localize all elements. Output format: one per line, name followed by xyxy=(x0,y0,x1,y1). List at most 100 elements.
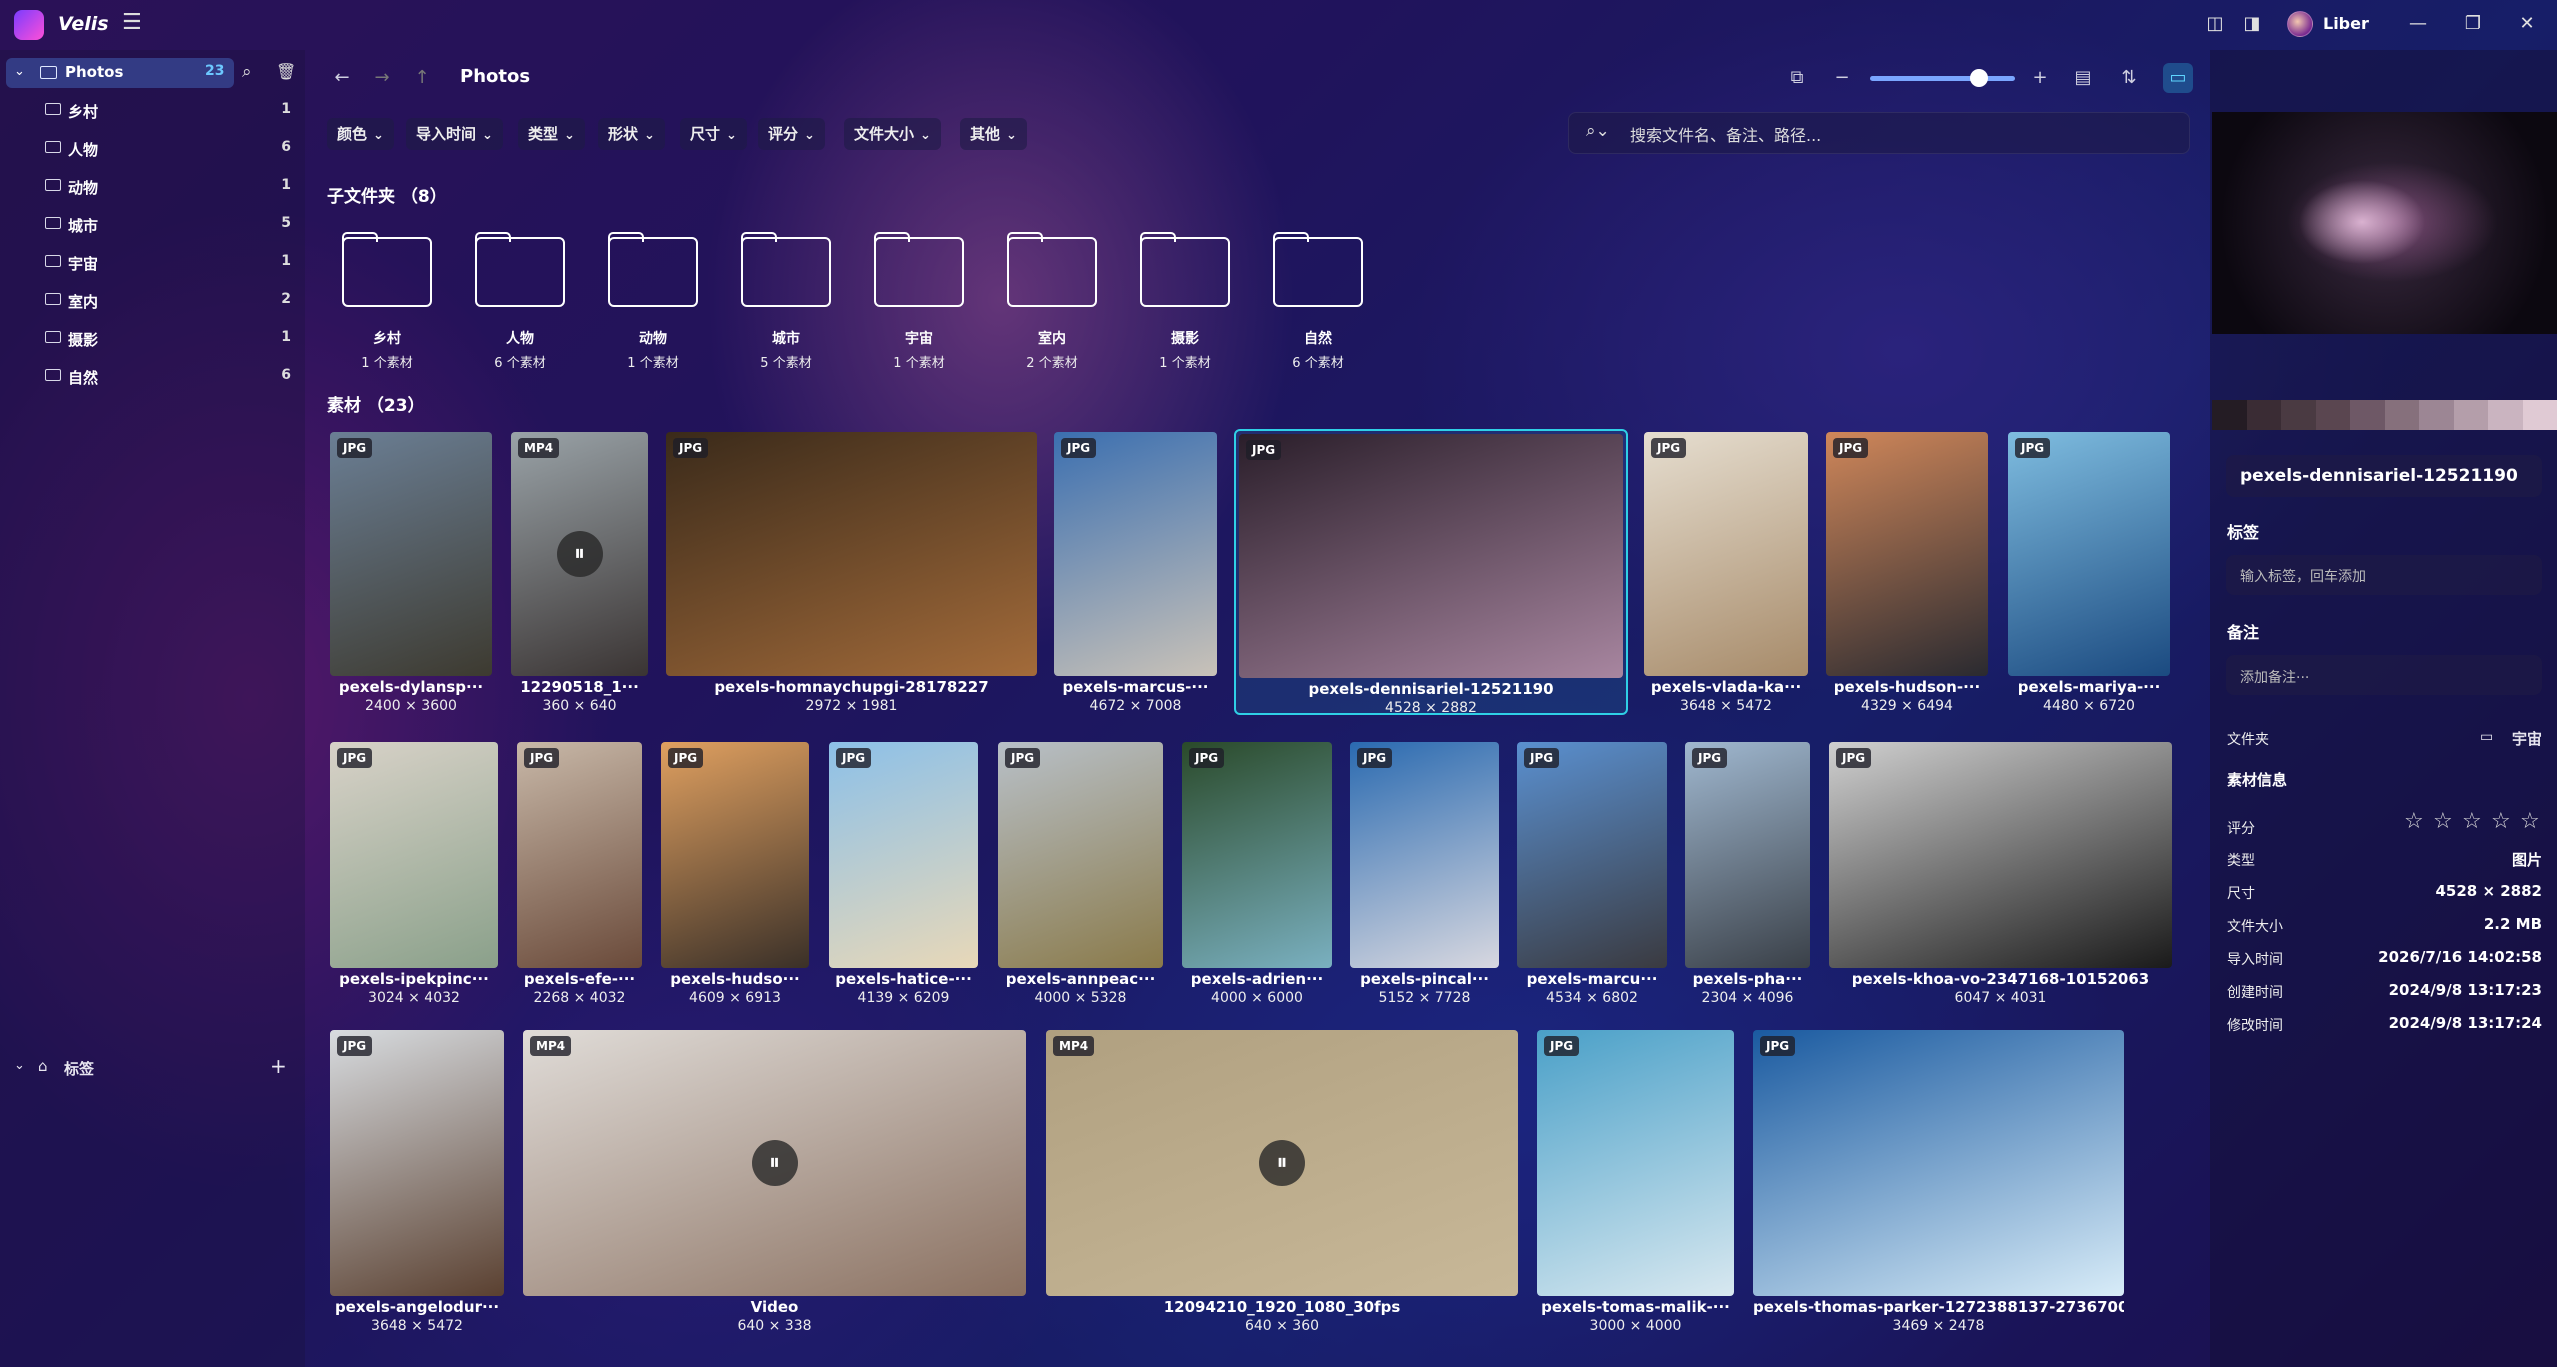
subfolder-card[interactable]: 室内 2 个素材 xyxy=(995,232,1105,372)
sidebar-item[interactable]: 摄影 1 xyxy=(0,323,300,353)
chevron-down-icon[interactable]: ⌄ xyxy=(14,1058,25,1073)
sidebar-item[interactable]: 城市 5 xyxy=(0,209,300,239)
sidebar-item[interactable]: 乡村 1 xyxy=(0,95,300,125)
close-icon[interactable]: ✕ xyxy=(2515,12,2539,36)
asset-card[interactable]: JPG pexels-khoa-vo-2347168-10152063 6047 ×… xyxy=(1829,742,2172,1006)
asset-card[interactable]: JPG pexels-marcu··· 4534 × 6802 xyxy=(1517,742,1667,1006)
asset-card[interactable]: JPG pexels-hudso··· 4609 × 6913 xyxy=(661,742,809,1006)
play-pause-icon[interactable]: ⏸ xyxy=(556,531,603,577)
color-palette[interactable] xyxy=(2212,400,2557,430)
subfolder-card[interactable]: 摄影 1 个素材 xyxy=(1128,232,1238,372)
minimize-icon[interactable]: — xyxy=(2406,12,2430,36)
play-pause-icon[interactable]: ⏸ xyxy=(751,1140,798,1186)
up-icon[interactable]: ↑ xyxy=(410,66,434,90)
asset-card[interactable]: JPG pexels-marcus-··· 4672 × 7008 xyxy=(1054,432,1217,714)
asset-card[interactable]: JPG pexels-thomas-parker-1272388137-27367… xyxy=(1753,1030,2124,1334)
palette-swatch[interactable] xyxy=(2453,400,2488,430)
sidebar-item[interactable]: 室内 2 xyxy=(0,285,300,315)
filter-dropdown[interactable]: 形状 xyxy=(598,118,665,150)
zoom-slider[interactable] xyxy=(1870,76,2015,81)
layout-icon[interactable]: ▤ xyxy=(2071,66,2095,90)
palette-swatch[interactable] xyxy=(2522,400,2557,430)
preview-mode-icon[interactable]: ▭ xyxy=(2163,63,2193,93)
subfolder-card[interactable]: 人物 6 个素材 xyxy=(463,232,573,372)
star-icon[interactable]: ☆ xyxy=(2433,809,2453,834)
asset-card[interactable]: JPG pexels-mariya-··· 4480 × 6720 xyxy=(2008,432,2170,714)
asset-card[interactable]: JPG pexels-annpeac··· 4000 × 5328 xyxy=(998,742,1163,1006)
asset-card[interactable]: JPG pexels-efe-··· 2268 × 4032 xyxy=(517,742,642,1006)
zoom-out-icon[interactable]: − xyxy=(1830,66,1854,90)
asset-card[interactable]: JPG pexels-pincal··· 5152 × 7728 xyxy=(1350,742,1499,1006)
sidebar-item[interactable]: 自然 6 xyxy=(0,361,300,391)
star-icon[interactable]: ☆ xyxy=(2462,809,2482,834)
back-icon[interactable]: ← xyxy=(330,66,354,90)
filter-dropdown[interactable]: 类型 xyxy=(518,118,585,150)
zoom-slider-handle[interactable] xyxy=(1970,69,1988,87)
star-icon[interactable]: ☆ xyxy=(2491,809,2511,834)
asset-card[interactable]: JPG pexels-vlada-ka··· 3648 × 5472 xyxy=(1644,432,1808,714)
palette-swatch[interactable] xyxy=(2384,400,2419,430)
toggle-right-panel-icon[interactable]: ◨ xyxy=(2240,12,2264,36)
hamburger-menu-icon[interactable]: ☰ xyxy=(122,12,144,34)
asset-card[interactable]: JPG pexels-pha··· 2304 × 4096 xyxy=(1685,742,1810,1006)
forward-icon[interactable]: → xyxy=(370,66,394,90)
asset-card[interactable]: JPG pexels-dylansp··· 2400 × 3600 xyxy=(330,432,492,714)
search-icon[interactable]: ⌕⌄ xyxy=(1586,121,1610,141)
toggle-left-panel-icon[interactable]: ◫ xyxy=(2203,12,2227,36)
folder-value[interactable]: 宇宙 xyxy=(2512,728,2542,749)
subfolder-name: 城市 xyxy=(772,331,800,347)
sort-icon[interactable]: ⇅ xyxy=(2117,66,2141,90)
search-icon[interactable]: ⌕ xyxy=(242,62,252,82)
asset-card[interactable]: JPG pexels-tomas-malik-··· 3000 × 4000 xyxy=(1537,1030,1734,1334)
trash-icon[interactable]: 🗑 xyxy=(276,62,296,81)
asset-card[interactable]: MP4 ⏸ 12094210_1920_1080_30fps 640 × 360 xyxy=(1046,1030,1518,1334)
filter-dropdown[interactable]: 其他 xyxy=(960,118,1027,150)
filter-dropdown[interactable]: 文件大小 xyxy=(844,118,941,150)
zoom-in-icon[interactable]: + xyxy=(2028,66,2052,90)
asset-card[interactable]: JPG pexels-hudson-··· 4329 × 6494 xyxy=(1826,432,1988,714)
avatar[interactable] xyxy=(2287,11,2313,37)
asset-name: pexels-khoa-vo-2347168-10152063 xyxy=(1851,970,2150,988)
palette-swatch[interactable] xyxy=(2246,400,2281,430)
info-key: 文件大小 xyxy=(2227,919,2283,935)
asset-card[interactable]: MP4 ⏸ Video 640 × 338 xyxy=(523,1030,1026,1334)
asset-card[interactable]: JPG pexels-ipekpinc··· 3024 × 4032 xyxy=(330,742,498,1006)
user-name[interactable]: Liber xyxy=(2323,14,2369,33)
add-tag-icon[interactable]: + xyxy=(270,1054,287,1078)
asset-card[interactable]: JPG pexels-adrien··· 4000 × 6000 xyxy=(1182,742,1332,1006)
palette-swatch[interactable] xyxy=(2212,400,2247,430)
subfolder-card[interactable]: 自然 6 个素材 xyxy=(1261,232,1371,372)
sidebar-tags-section[interactable]: ⌄ ⌂ 标签 + xyxy=(0,1054,300,1084)
palette-swatch[interactable] xyxy=(2281,400,2316,430)
copy-icon[interactable]: ⧉ xyxy=(1785,66,1809,90)
sidebar-item[interactable]: 人物 6 xyxy=(0,133,300,163)
filter-dropdown[interactable]: 颜色 xyxy=(327,118,394,150)
palette-swatch[interactable] xyxy=(2350,400,2385,430)
sidebar-item[interactable]: 宇宙 1 xyxy=(0,247,300,277)
palette-swatch[interactable] xyxy=(2315,400,2350,430)
subfolder-card[interactable]: 动物 1 个素材 xyxy=(596,232,706,372)
filter-dropdown[interactable]: 尺寸 xyxy=(680,118,747,150)
play-pause-icon[interactable]: ⏸ xyxy=(1259,1140,1305,1186)
subfolder-card[interactable]: 宇宙 1 个素材 xyxy=(862,232,972,372)
asset-card[interactable]: MP4 ⏸ 12290518_1··· 360 × 640 xyxy=(511,432,648,714)
subfolder-count: 6 个素材 xyxy=(494,356,546,371)
info-key: 创建时间 xyxy=(2227,985,2283,1001)
subfolder-card[interactable]: 城市 5 个素材 xyxy=(729,232,839,372)
maximize-icon[interactable]: ❐ xyxy=(2461,12,2485,36)
filter-dropdown[interactable]: 导入时间 xyxy=(406,118,503,150)
subfolder-card[interactable]: 乡村 1 个素材 xyxy=(330,232,440,372)
filter-dropdown[interactable]: 评分 xyxy=(758,118,825,150)
star-icon[interactable]: ☆ xyxy=(2520,809,2540,834)
chevron-down-icon[interactable]: ⌄ xyxy=(14,64,25,79)
folder-icon xyxy=(45,179,61,191)
sidebar-item[interactable]: 动物 1 xyxy=(0,171,300,201)
asset-card[interactable]: JPG pexels-dennisariel-12521190 4528 × 288… xyxy=(1234,429,1628,716)
asset-card[interactable]: JPG pexels-hatice-··· 4139 × 6209 xyxy=(829,742,978,1006)
palette-swatch[interactable] xyxy=(2419,400,2454,430)
palette-swatch[interactable] xyxy=(2488,400,2523,430)
asset-card[interactable]: JPG pexels-angelodur··· 3648 × 5472 xyxy=(330,1030,504,1334)
rating-label: 评分 xyxy=(2227,821,2255,837)
star-icon[interactable]: ☆ xyxy=(2404,809,2424,834)
asset-card[interactable]: JPG pexels-homnaychupgi-28178227 2972 × 19… xyxy=(666,432,1037,714)
